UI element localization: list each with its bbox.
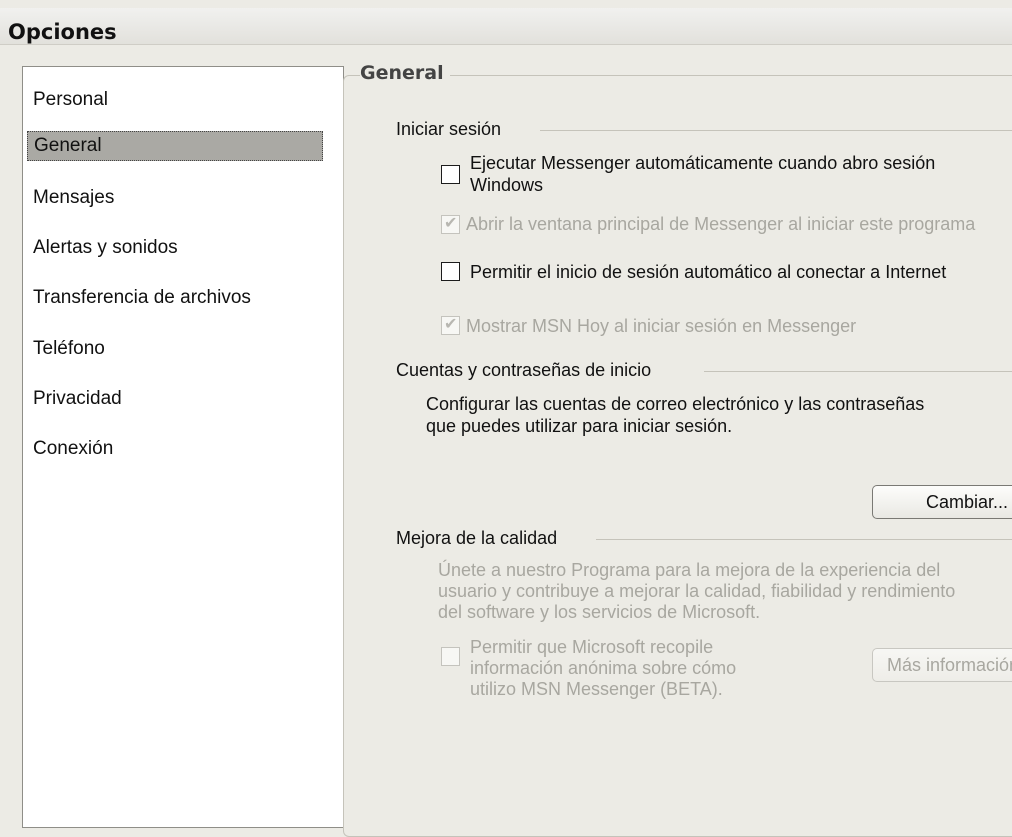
allow-data-collection-label-line1: Permitir que Microsoft recopile	[470, 637, 714, 657]
checkmark-icon: ✔	[444, 215, 458, 232]
section-title-mejora-calidad: Mejora de la calidad	[396, 528, 566, 549]
allow-data-collection-label-line3: utilizo MSN Messenger (BETA).	[470, 679, 723, 699]
section-title-iniciar-sesion: Iniciar sesión	[396, 119, 510, 140]
checkmark-icon: ✔	[444, 316, 458, 333]
auto-login-checkbox[interactable]	[441, 262, 460, 281]
title-bar: Opciones	[0, 8, 1012, 45]
window-title: Opciones	[8, 20, 117, 44]
quality-description-line1: Únete a nuestro Programa para la mejora …	[438, 560, 941, 580]
nav-item-personal[interactable]: Personal	[27, 85, 329, 115]
nav-item-mensajes[interactable]: Mensajes	[27, 183, 329, 213]
auto-login-label: Permitir el inicio de sesión automático …	[470, 262, 947, 282]
open-main-window-label: Abrir la ventana principal de Messenger …	[466, 214, 976, 234]
nav-item-conexion[interactable]: Conexión	[27, 434, 329, 464]
show-msn-today-checkbox[interactable]: ✔	[441, 316, 460, 335]
allow-data-collection-checkbox[interactable]	[441, 647, 460, 666]
run-auto-label-line2: Windows	[470, 175, 544, 195]
nav-item-general[interactable]: General	[27, 131, 323, 161]
category-list[interactable]: Personal General Mensajes Alertas y soni…	[22, 66, 344, 828]
change-button[interactable]: Cambiar...	[872, 485, 1012, 519]
accounts-description-line1: Configurar las cuentas de correo electró…	[426, 394, 925, 414]
section-title-cuentas: Cuentas y contraseñas de inicio	[396, 360, 660, 381]
general-group-frame	[343, 75, 1012, 837]
allow-data-collection-label-line2: información anónima sobre cómo	[470, 658, 737, 678]
quality-description-line3: del software y los servicios de Microsof…	[438, 602, 761, 622]
nav-item-privacidad[interactable]: Privacidad	[27, 384, 329, 414]
accounts-description-line2: que puedes utilizar para iniciar sesión.	[426, 416, 733, 436]
nav-item-telefono[interactable]: Teléfono	[27, 334, 329, 364]
more-info-button[interactable]: Más información	[872, 648, 1012, 682]
nav-item-alertas-y-sonidos[interactable]: Alertas y sonidos	[27, 233, 329, 263]
run-auto-checkbox[interactable]	[441, 165, 460, 184]
show-msn-today-label: Mostrar MSN Hoy al iniciar sesión en Mes…	[466, 316, 857, 336]
quality-description-line2: usuario y contribuye a mejorar la calida…	[438, 581, 956, 601]
divider	[596, 539, 1012, 540]
open-main-window-checkbox[interactable]: ✔	[441, 215, 460, 234]
nav-item-transferencia-de-archivos[interactable]: Transferencia de archivos	[27, 283, 329, 313]
divider	[540, 130, 1012, 131]
general-group-title: General	[360, 62, 450, 84]
run-auto-label-line1: Ejecutar Messenger automáticamente cuand…	[470, 153, 936, 173]
divider	[704, 371, 1012, 372]
